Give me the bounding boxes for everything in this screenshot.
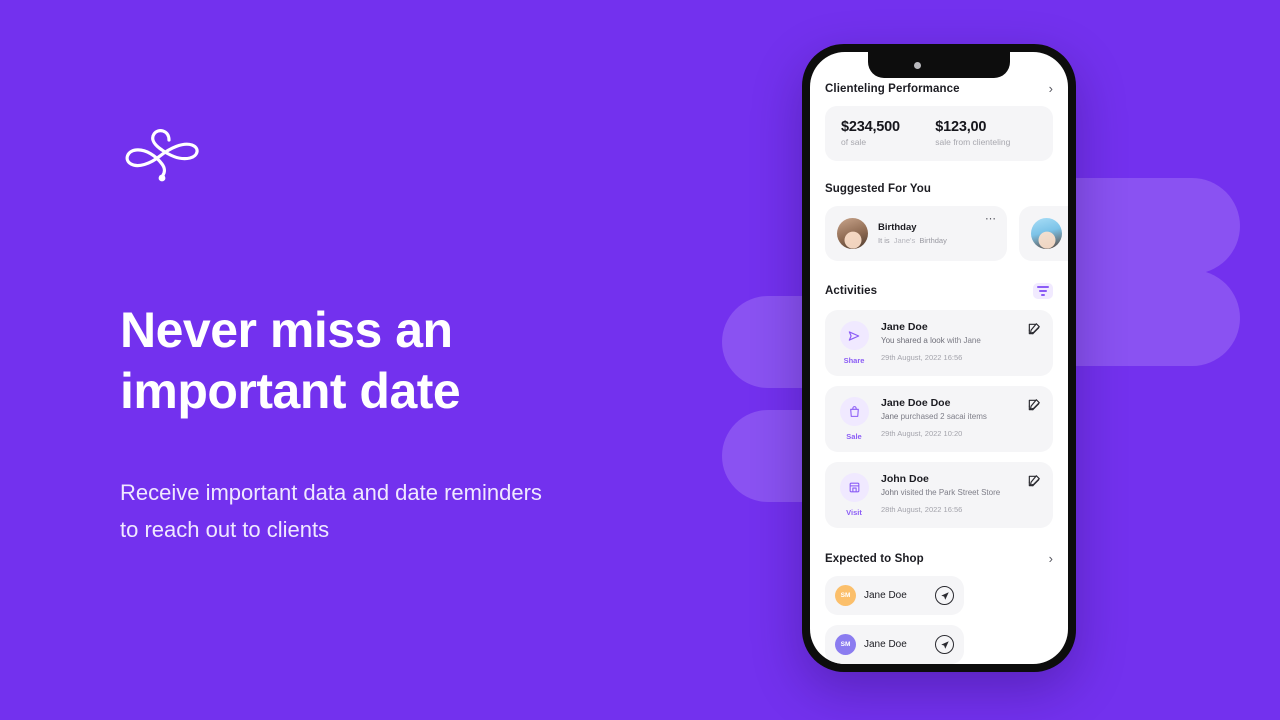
expected-to-shop-section: Expected to Shop › SM Jane Doe SM Jane D… bbox=[810, 552, 1068, 664]
headline-line-2: important date bbox=[120, 363, 461, 419]
phone-notch bbox=[868, 52, 1010, 78]
expected-clients-grid: SM Jane Doe SM Jane Doe bbox=[825, 576, 1053, 664]
activity-row[interactable]: Share Jane Doe You shared a look with Ja… bbox=[825, 310, 1053, 376]
activity-row[interactable]: Visit John Doe John visited the Park Str… bbox=[825, 462, 1053, 528]
stat-of-sale: $234,500 of sale bbox=[841, 119, 935, 147]
suggested-card-title: Birthday bbox=[878, 222, 917, 233]
expected-client-name: Jane Doe bbox=[864, 639, 907, 650]
marketing-column: Never miss an important date Receive imp… bbox=[120, 120, 680, 548]
suggested-card[interactable]: Bir It is bbox=[1019, 206, 1068, 261]
suggested-header: Suggested For You bbox=[825, 183, 1053, 195]
stat-value: $123,00 bbox=[935, 119, 987, 135]
clienteling-stats-card: $234,500 of sale $123,00 sale from clien… bbox=[825, 106, 1053, 161]
suggested-card-subtitle: It is Jane's Birthday bbox=[878, 236, 947, 245]
filter-icon[interactable] bbox=[1033, 283, 1053, 299]
activity-description: Jane purchased 2 sacai items bbox=[881, 412, 1041, 421]
suggested-card[interactable]: Birthday It is Jane's Birthday ⋯ bbox=[825, 206, 1007, 261]
edit-pencil-icon[interactable] bbox=[1027, 398, 1041, 412]
expected-title: Expected to Shop bbox=[825, 552, 924, 565]
activity-desc-rest: visited the Park Street Store bbox=[900, 488, 1001, 497]
edit-pencil-icon[interactable] bbox=[1027, 322, 1041, 336]
stat-value: $234,500 bbox=[841, 119, 900, 135]
expected-client-name: Jane Doe bbox=[864, 590, 907, 601]
expected-client-card[interactable]: SM Jane Doe bbox=[825, 576, 964, 615]
activity-client-name: Jane Doe bbox=[881, 321, 928, 333]
looped-ribbon-logo-icon bbox=[125, 129, 199, 182]
avatar bbox=[837, 218, 868, 249]
activities-title: Activities bbox=[825, 285, 878, 297]
activity-row[interactable]: Sale Jane Doe Doe Jane purchased 2 sacai… bbox=[825, 386, 1053, 452]
activity-timestamp: 29th August, 2022 16:56 bbox=[881, 353, 963, 362]
activity-client-name: Jane Doe Doe bbox=[881, 397, 951, 409]
paper-plane-icon[interactable] bbox=[935, 635, 954, 654]
activity-desc-rest: purchased 2 sacai items bbox=[900, 412, 987, 421]
activity-description: John visited the Park Street Store bbox=[881, 488, 1041, 497]
activity-timestamp: 29th August, 2022 10:20 bbox=[881, 429, 963, 438]
stat-label: sale from clienteling bbox=[935, 137, 1011, 147]
phone-mockup: Clienteling Performance › $234,500 of sa… bbox=[802, 44, 1076, 672]
page-title: Never miss an important date bbox=[120, 300, 680, 422]
front-camera-icon bbox=[913, 61, 921, 69]
activities-list: Share Jane Doe You shared a look with Ja… bbox=[825, 310, 1053, 528]
activity-desc-rest: with Jane bbox=[947, 336, 981, 345]
suggested-title: Suggested For You bbox=[825, 183, 932, 195]
activity-client-name: John Doe bbox=[881, 473, 929, 485]
storefront-icon bbox=[839, 473, 869, 502]
headline-line-1: Never miss an bbox=[120, 302, 453, 358]
shopping-bag-icon bbox=[839, 397, 869, 426]
more-horizontal-icon[interactable]: ⋯ bbox=[985, 214, 997, 225]
activity-kind: Visit bbox=[846, 508, 862, 517]
suggested-suffix: Birthday bbox=[919, 236, 947, 245]
suggested-section: Suggested For You bbox=[810, 183, 1068, 195]
activities-section: Activities Share Jane Doe You shared a l… bbox=[810, 283, 1068, 528]
suggested-cards-row[interactable]: Birthday It is Jane's Birthday ⋯ bbox=[810, 206, 1068, 261]
avatar-initials: SM bbox=[835, 585, 856, 606]
activity-desc-subject: You shared a look bbox=[881, 336, 945, 345]
activity-timestamp: 28th August, 2022 16:56 bbox=[881, 505, 963, 514]
activity-description: You shared a look with Jane bbox=[881, 336, 1041, 345]
activity-kind: Sale bbox=[846, 432, 862, 441]
clienteling-header[interactable]: Clienteling Performance › bbox=[825, 82, 1053, 95]
stat-label: of sale bbox=[841, 137, 867, 147]
send-arrow-icon bbox=[839, 321, 869, 350]
activity-desc-subject: Jane bbox=[881, 412, 899, 421]
stat-sale-from-clienteling: $123,00 sale from clienteling bbox=[935, 119, 1037, 147]
clienteling-title: Clienteling Performance bbox=[825, 82, 960, 95]
edit-pencil-icon[interactable] bbox=[1027, 474, 1041, 488]
paper-plane-icon[interactable] bbox=[935, 586, 954, 605]
phone-screen: Clienteling Performance › $234,500 of sa… bbox=[810, 52, 1068, 664]
suggested-client-name: Jane's bbox=[893, 236, 916, 245]
promo-slide: Never miss an important date Receive imp… bbox=[0, 0, 1280, 720]
subhead-line-2: to reach out to clients bbox=[120, 517, 330, 542]
page-subtitle: Receive important data and date reminder… bbox=[120, 474, 680, 548]
clienteling-section: Clienteling Performance › $234,500 of sa… bbox=[810, 82, 1068, 161]
activity-kind: Share bbox=[843, 356, 865, 365]
expected-header[interactable]: Expected to Shop › bbox=[825, 552, 1053, 565]
avatar-initials: SM bbox=[835, 634, 856, 655]
suggested-prefix: It is bbox=[878, 236, 890, 245]
avatar bbox=[1031, 218, 1062, 249]
subhead-line-1: Receive important data and date reminder… bbox=[120, 480, 542, 505]
chevron-right-icon[interactable]: › bbox=[1049, 82, 1053, 95]
expected-client-card[interactable]: SM Jane Doe bbox=[825, 625, 964, 664]
chevron-right-icon[interactable]: › bbox=[1049, 552, 1053, 565]
activities-header: Activities bbox=[825, 283, 1053, 299]
app-content[interactable]: Clienteling Performance › $234,500 of sa… bbox=[810, 52, 1068, 664]
activity-desc-subject: John bbox=[881, 488, 899, 497]
